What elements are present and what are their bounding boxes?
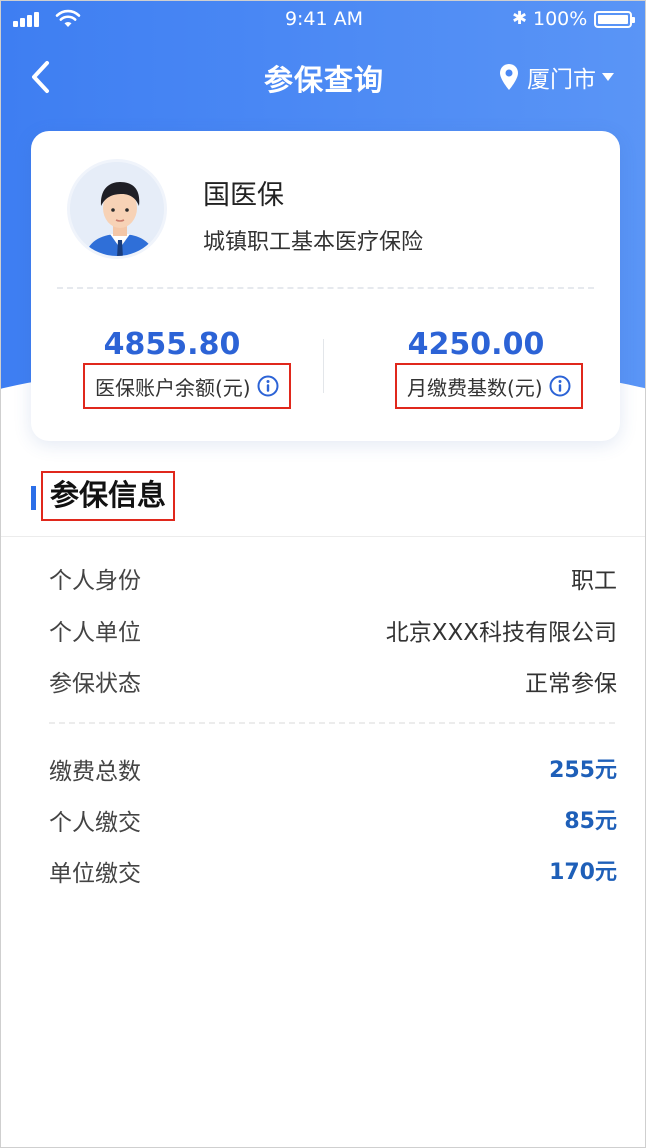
payment-row-value: 170元 xyxy=(549,860,617,885)
monthly-base-label-text: 月缴费基数(元) xyxy=(407,375,543,400)
insurance-card: 国医保 城镇职工基本医疗保险 4855.80 医保账户余额(元) 4250.00… xyxy=(31,131,620,441)
app-screen: 9:41 AM ✱ 100% 参保查询 厦门市 国医保 城镇职工基本医疗保险 4… xyxy=(0,0,646,1148)
caret-down-icon xyxy=(602,73,614,81)
info-row: 个人单位 北京XXX科技有限公司 xyxy=(49,613,617,646)
section-accent-bar xyxy=(31,486,36,510)
info-row-key: 个人单位 xyxy=(49,620,141,646)
bluetooth-icon: ✱ xyxy=(512,8,528,29)
info-row-value: 北京XXX科技有限公司 xyxy=(385,620,617,646)
monthly-base-value: 4250.00 xyxy=(407,327,545,362)
payment-row-key: 缴费总数 xyxy=(49,759,141,785)
info-icon[interactable] xyxy=(549,375,571,397)
info-row-key: 个人身份 xyxy=(49,568,141,594)
info-row: 个人身份 职工 xyxy=(49,561,617,594)
payment-row: 缴费总数 255元 xyxy=(49,752,617,785)
stat-divider xyxy=(323,339,324,393)
payment-row-key: 个人缴交 xyxy=(49,810,141,836)
user-name: 国医保 xyxy=(203,180,284,211)
section-divider xyxy=(1,536,645,537)
info-divider xyxy=(49,722,615,724)
account-balance-label[interactable]: 医保账户余额(元) xyxy=(83,363,291,409)
insurance-plan: 城镇职工基本医疗保险 xyxy=(203,230,424,255)
section-title: 参保信息 xyxy=(41,471,176,521)
card-divider xyxy=(57,287,594,289)
account-balance-label-text: 医保账户余额(元) xyxy=(95,375,251,400)
user-avatar-icon xyxy=(70,162,164,256)
payment-row: 个人缴交 85元 xyxy=(49,803,617,836)
monthly-base-label[interactable]: 月缴费基数(元) xyxy=(395,363,583,409)
payment-row: 单位缴交 170元 xyxy=(49,854,617,887)
payment-row-value: 255元 xyxy=(549,758,617,783)
map-pin-icon xyxy=(500,64,518,90)
account-balance-value: 4855.80 xyxy=(103,327,241,362)
info-row-key: 参保状态 xyxy=(49,671,141,697)
battery-percent: 100% xyxy=(533,8,588,30)
info-row-value: 职工 xyxy=(571,568,617,594)
info-icon[interactable] xyxy=(257,375,279,397)
status-bar: 9:41 AM ✱ 100% xyxy=(1,1,645,39)
payment-row-key: 单位缴交 xyxy=(49,861,141,887)
payment-row-value: 85元 xyxy=(564,809,617,834)
city-selector[interactable]: 厦门市 xyxy=(499,61,614,93)
battery-icon xyxy=(594,11,635,28)
city-label: 厦门市 xyxy=(527,67,596,93)
avatar xyxy=(67,159,167,259)
info-row-value: 正常参保 xyxy=(525,671,617,697)
info-row: 参保状态 正常参保 xyxy=(49,664,617,697)
